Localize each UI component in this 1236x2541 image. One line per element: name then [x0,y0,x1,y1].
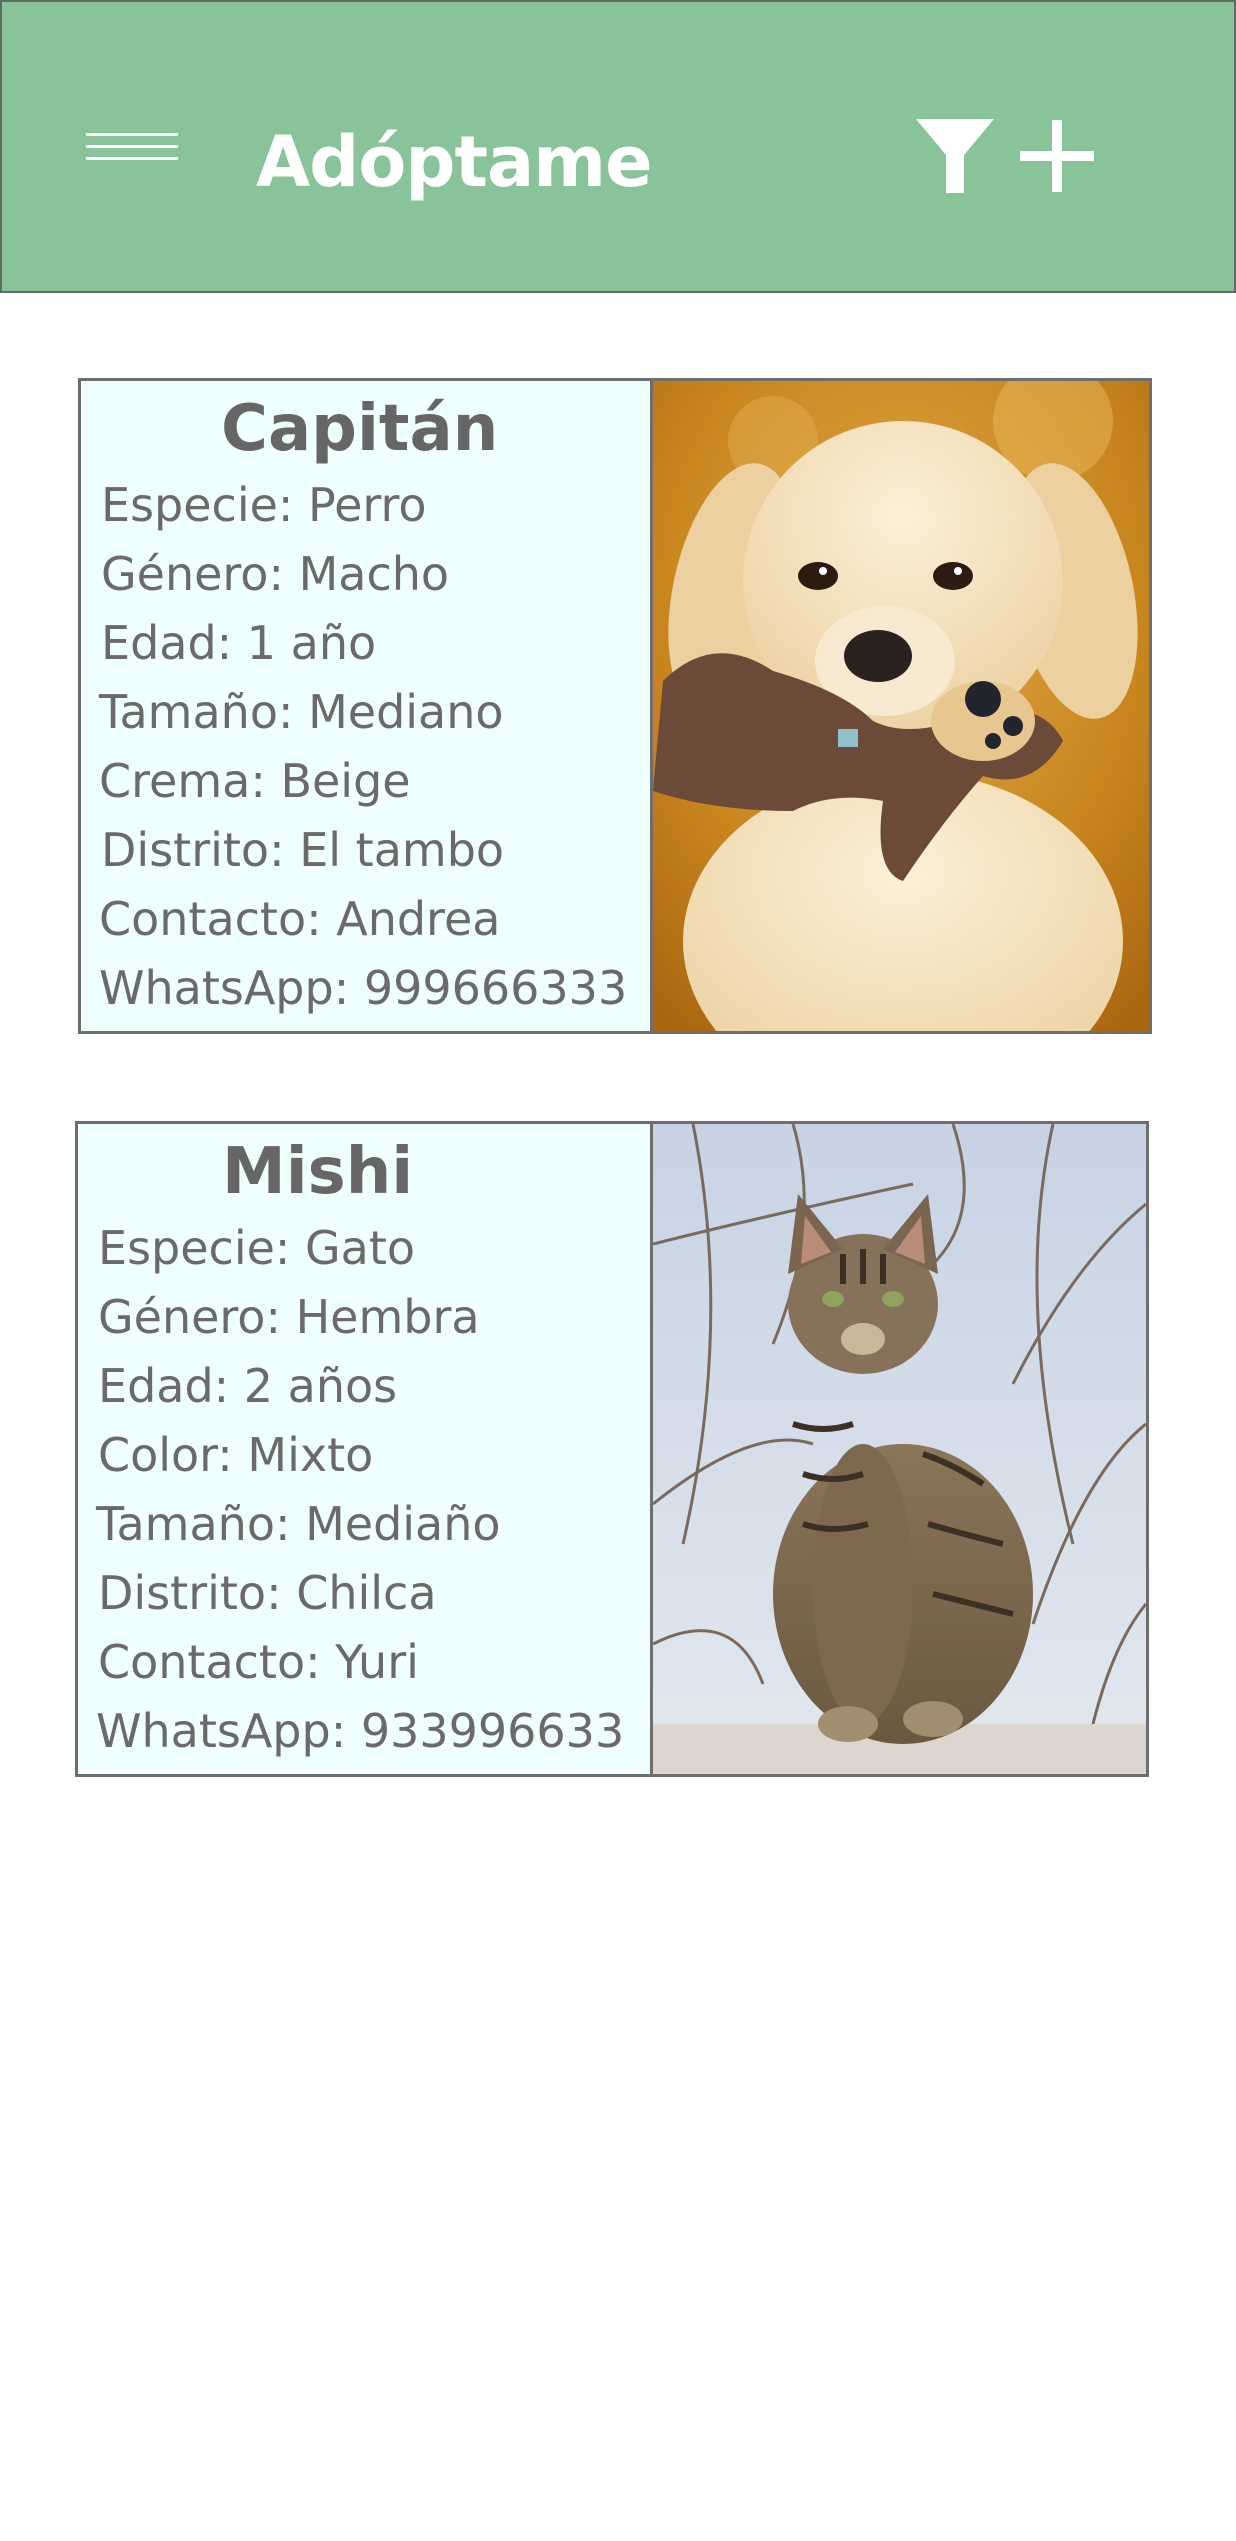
pet-name: Mishi [222,1135,414,1209]
app-title: Adóptame [256,121,653,203]
dog-photo [653,381,1149,1031]
pet-card-capitan[interactable]: Capitán Especie: Perro Género: Macho Eda… [78,378,1152,1034]
add-icon[interactable] [1018,118,1096,196]
pet-info-panel: Mishi Especie: Gato Género: Hembra Edad:… [78,1124,653,1774]
pet-gender: Género: Hembra [98,1290,480,1344]
pet-age: Edad: 2 años [98,1359,398,1413]
pet-size: Tamaño: Mediaño [96,1497,501,1551]
pet-gender: Género: Macho [101,547,450,601]
pet-color: Color: Mixto [98,1428,374,1482]
menu-icon[interactable] [86,133,178,167]
pet-name: Capitán [221,392,499,466]
pet-district: Distrito: El tambo [101,823,505,877]
filter-icon[interactable] [914,117,996,195]
pet-size: Tamaño: Mediano [99,685,504,739]
pet-whatsapp: WhatsApp: 999666333 [99,961,628,1015]
pet-species: Especie: Gato [98,1221,416,1275]
pet-contact: Contacto: Yuri [98,1635,419,1689]
app-bar: Adóptame [0,0,1236,293]
pet-info-panel: Capitán Especie: Perro Género: Macho Eda… [81,381,653,1031]
pet-card-mishi[interactable]: Mishi Especie: Gato Género: Hembra Edad:… [75,1121,1149,1777]
pet-species: Especie: Perro [101,478,427,532]
pet-color: Crema: Beige [99,754,411,808]
cat-photo [653,1124,1146,1774]
pet-contact: Contacto: Andrea [99,892,501,946]
pet-whatsapp: WhatsApp: 933996633 [96,1704,625,1758]
pet-age: Edad: 1 año [101,616,377,670]
pet-district: Distrito: Chilca [98,1566,437,1620]
